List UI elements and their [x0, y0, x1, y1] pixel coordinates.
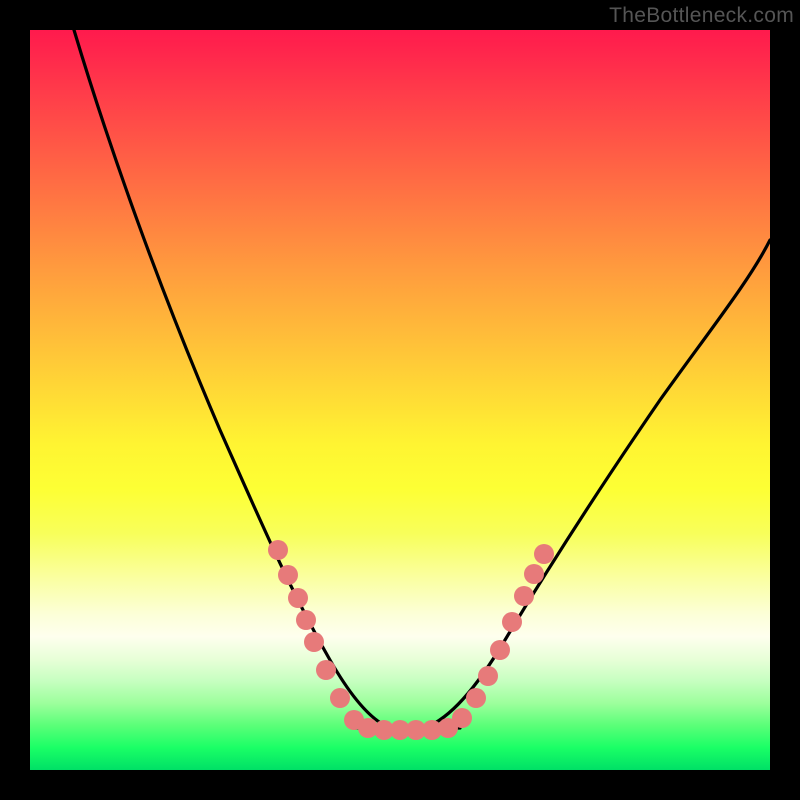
- dots-right: [452, 544, 554, 728]
- dots-bottom: [358, 718, 458, 740]
- chart-frame: TheBottleneck.com: [0, 0, 800, 800]
- watermark-label: TheBottleneck.com: [609, 4, 794, 28]
- curve-left: [74, 30, 390, 728]
- dots-left: [268, 540, 364, 730]
- plot-area: [30, 30, 770, 770]
- curve-right: [425, 240, 770, 728]
- chart-svg: [30, 30, 770, 770]
